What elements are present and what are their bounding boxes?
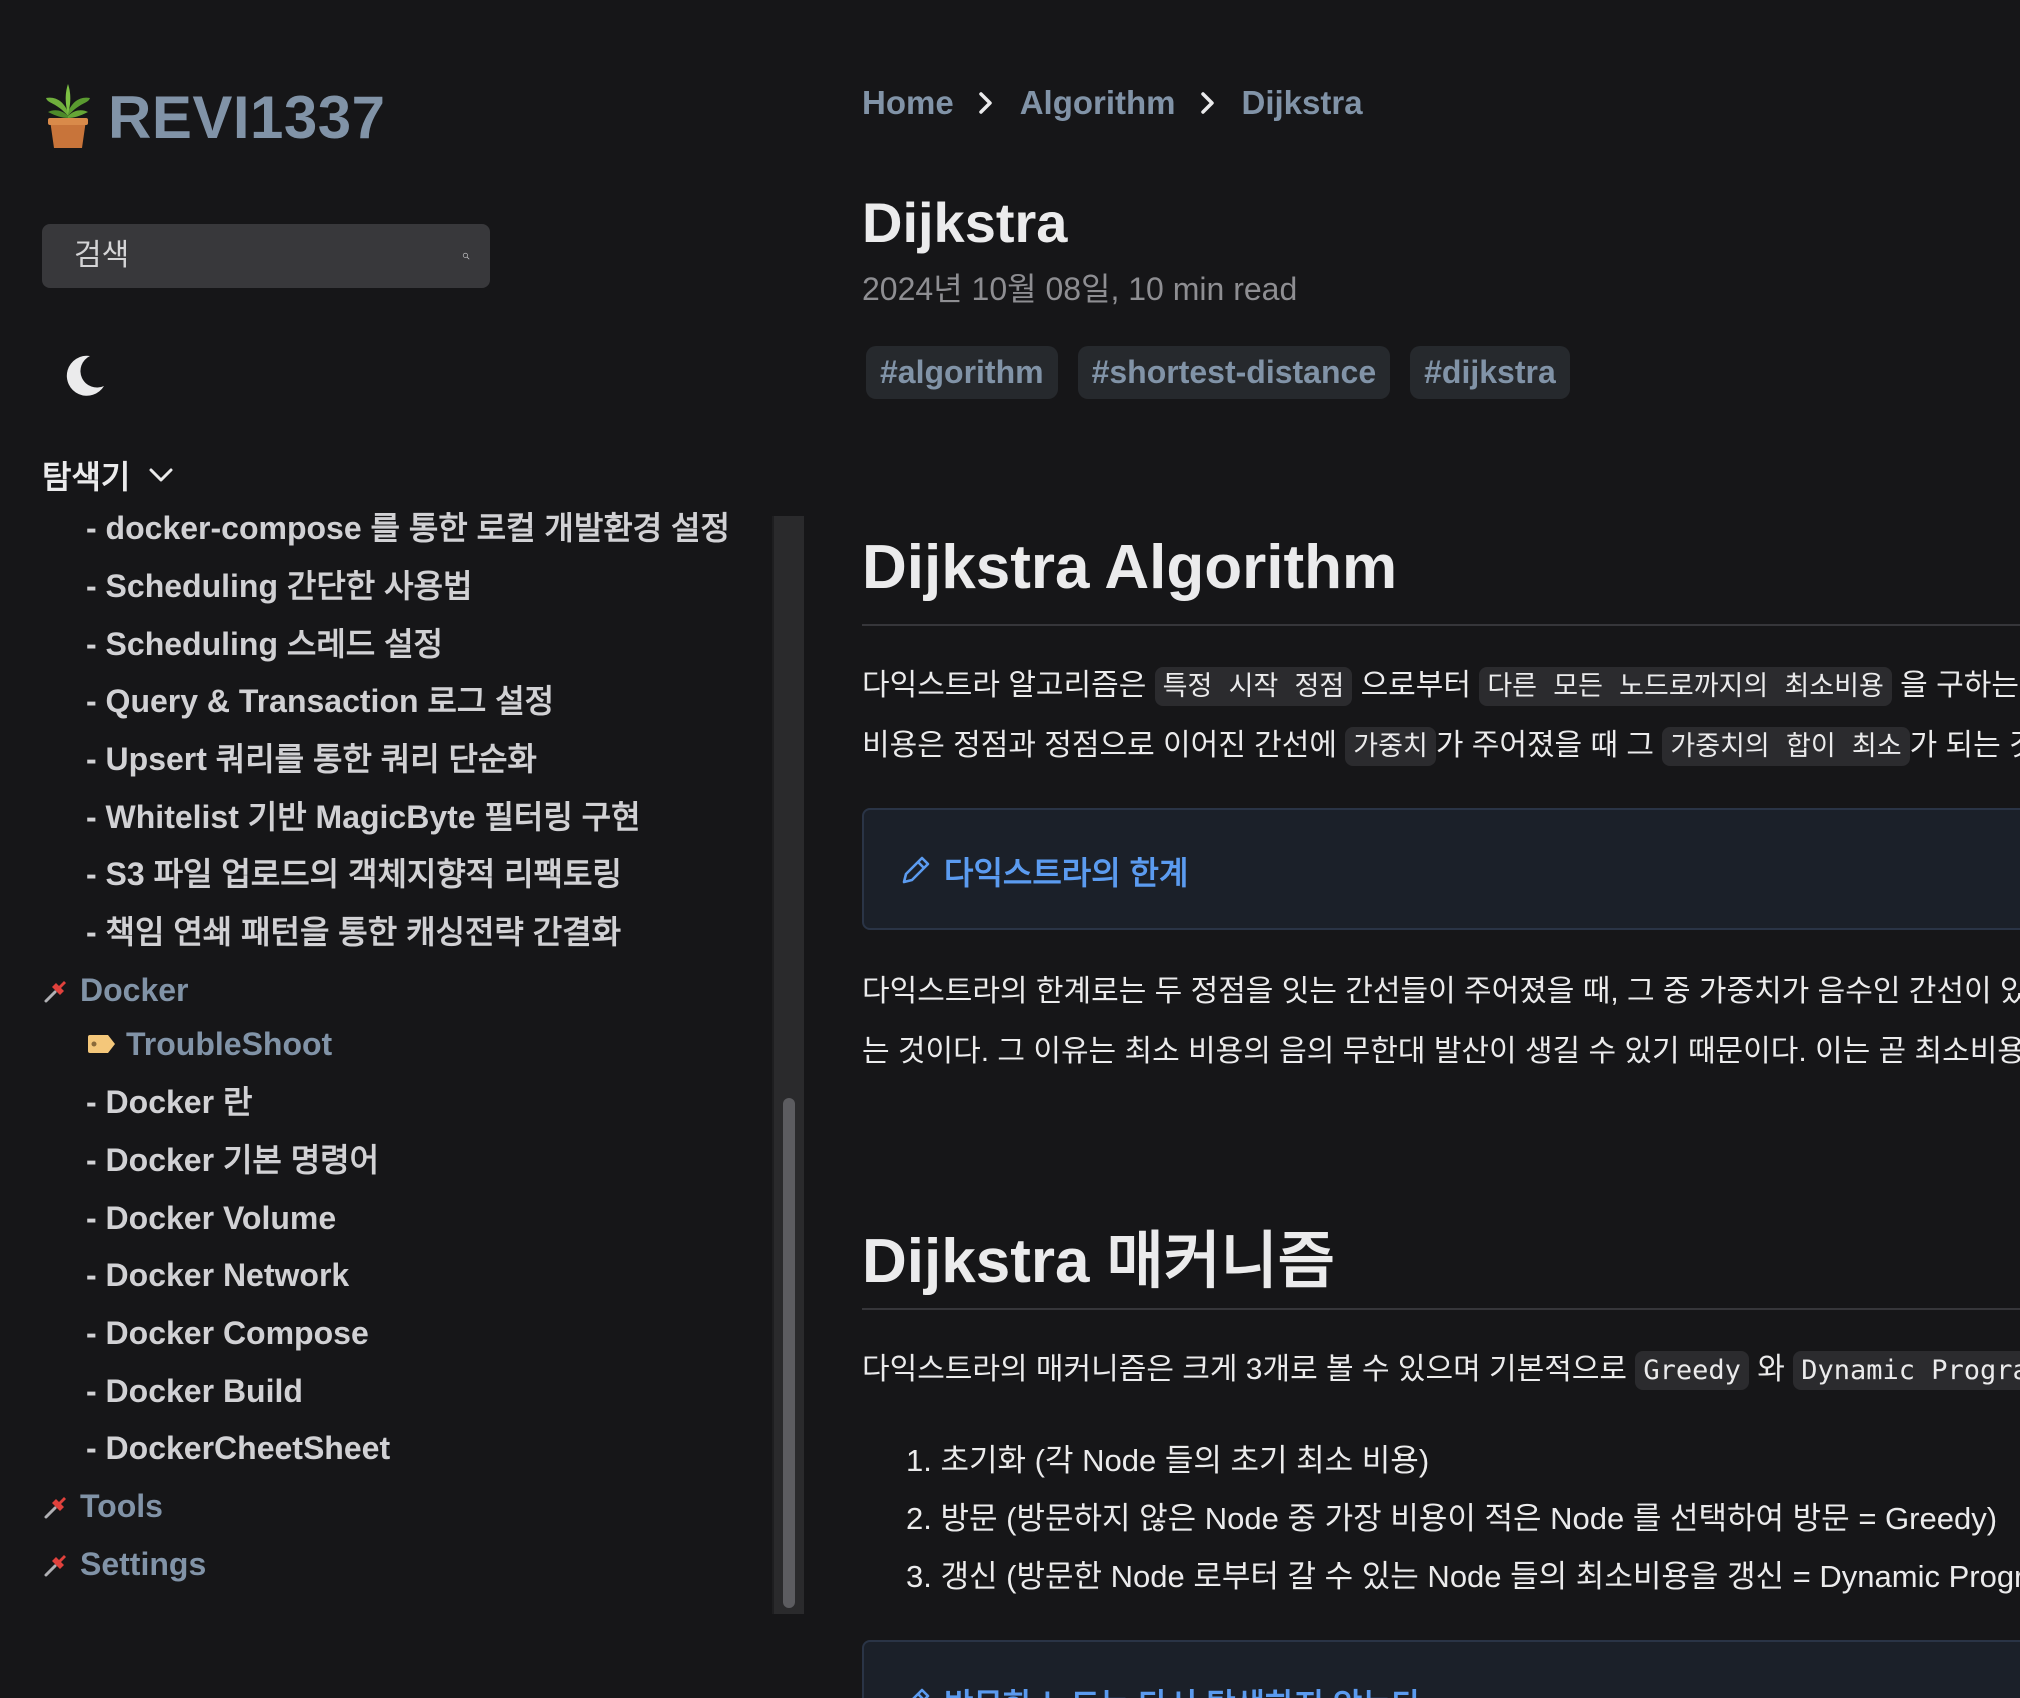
tree-item[interactable]: - Query & Transaction 로그 설정 <box>86 681 554 721</box>
text: 을 구하는 것 <box>1900 669 2020 702</box>
list-item: 3. 갱신 (방문한 Node 로부터 갈 수 있는 Node 들의 최소비용을… <box>906 1559 2020 1594</box>
tree-item[interactable]: - S3 파일 업로드의 객체지향적 리팩토링 <box>86 854 622 894</box>
explorer-label: 탐색기 <box>42 459 131 495</box>
text: 가 되는 것 <box>1909 729 2020 762</box>
callout[interactable]: 다익스트라의 한계 <box>862 808 2020 930</box>
text: 다익스트라의 매커니즘은 크게 3개로 볼 수 있으며 기본적으로 <box>862 1353 1636 1386</box>
list-item: 1. 초기화 (각 Node 들의 초기 최소 비용) <box>906 1443 1430 1478</box>
breadcrumb-dijkstra[interactable]: Dijkstra <box>1242 84 1363 122</box>
sidebar: REVI1337 탐색기 - docker-compose 를 통한 로컬 개발… <box>0 0 810 1698</box>
divider <box>862 624 2020 626</box>
tag-dijkstra[interactable]: #dijkstra <box>1410 346 1570 399</box>
callout-label: 다익스트라의 한계 <box>944 855 1189 891</box>
moon-icon[interactable] <box>56 346 112 402</box>
callout[interactable]: 방문한 노드는 다시 탐색하지 않는다 <box>862 1640 2020 1698</box>
chevron-down-icon <box>149 468 173 482</box>
folder-tools[interactable]: Tools <box>42 1486 163 1526</box>
article-meta: 2024년 10월 08일, 10 min read <box>862 271 1298 307</box>
paragraph: 다익스트라의 매커니즘은 크게 3개로 볼 수 있으며 기본적으로 Greedy… <box>862 1348 2020 1393</box>
inline-code: 다른 모든 노드로까지의 최소비용 <box>1479 667 1892 706</box>
section-heading: Dijkstra 매커니즘 <box>862 1227 1335 1296</box>
breadcrumb: Home Algorithm Dijkstra <box>862 84 1363 122</box>
tree-item[interactable]: - Docker Volume <box>86 1198 336 1238</box>
folder-label: TroubleShoot <box>126 1026 333 1062</box>
tag-algorithm[interactable]: #algorithm <box>866 346 1058 399</box>
text: 비용은 정점과 정점으로 이어진 간선에 <box>862 729 1346 762</box>
tree-item[interactable]: - Upsert 쿼리를 통한 쿼리 단순화 <box>86 739 537 779</box>
pin-icon <box>44 981 66 1003</box>
pencil-icon <box>912 1688 930 1698</box>
breadcrumb-algorithm[interactable]: Algorithm <box>1020 84 1176 122</box>
text: 가 주어졌을 때 그 <box>1435 729 1663 762</box>
plant-icon <box>46 84 90 148</box>
pin-icon <box>44 1555 66 1577</box>
inline-code: 특정 시작 정점 <box>1154 667 1353 706</box>
folder-label: Tools <box>80 1488 163 1524</box>
inline-code: Dynamic Programming <box>1793 1351 2020 1390</box>
paragraph: 다익스트라의 한계로는 두 정점을 잇는 간선들이 주어졌을 때, 그 중 가중… <box>862 975 2020 1008</box>
tree-item[interactable]: - Docker 기본 명령어 <box>86 1140 379 1180</box>
paragraph: 다익스트라 알고리즘은 특정 시작 정점 으로부터 다른 모든 노드로까지의 최… <box>862 664 2020 709</box>
pencil-icon <box>902 856 930 884</box>
ordered-list: 1. 초기화 (각 Node 들의 초기 최소 비용) 2. 방문 (방문하지 … <box>906 1440 2020 1614</box>
tree-item[interactable]: - docker-compose 를 통한 로컬 개발환경 설정 <box>86 508 730 548</box>
brand-name: REVI1337 <box>108 83 386 151</box>
article-main: Home Algorithm Dijkstra Dijkstra 2024년 1… <box>862 0 2020 1698</box>
list-item: 2. 방문 (방문하지 않은 Node 중 가장 비용이 적은 Node 를 선… <box>906 1501 1998 1536</box>
scrollbar-thumb[interactable] <box>783 1098 795 1608</box>
search-icon[interactable] <box>462 236 470 276</box>
text: 다익스트라 알고리즘은 <box>862 669 1155 702</box>
callout-title: 다익스트라의 한계 <box>898 848 1188 894</box>
tag-list: #algorithm #shortest-distance #dijkstra <box>866 346 1590 399</box>
callout-title: 방문한 노드는 다시 탐색하지 않는다 <box>898 1680 1421 1698</box>
tree-item[interactable]: - Whitelist 기반 MagicByte 필터링 구현 <box>86 797 641 837</box>
brand[interactable]: REVI1337 <box>42 82 386 152</box>
explorer-scrollbar[interactable] <box>772 516 804 1614</box>
tree-item[interactable]: - Docker 란 <box>86 1082 252 1122</box>
folder-docker[interactable]: Docker <box>42 970 189 1010</box>
folder-settings[interactable]: Settings <box>42 1544 206 1584</box>
explorer-toggle[interactable]: 탐색기 <box>42 452 178 498</box>
search-bar[interactable] <box>42 224 490 288</box>
tag-icon <box>88 1035 115 1053</box>
chevron-right-icon <box>1200 92 1214 114</box>
tree-item[interactable]: - Docker Build <box>86 1371 303 1411</box>
breadcrumb-home[interactable]: Home <box>862 84 954 122</box>
pin-icon <box>44 1497 66 1519</box>
text: 으로부터 <box>1352 669 1480 702</box>
section-heading: Dijkstra Algorithm <box>862 533 1398 602</box>
folder-troubleshoot[interactable]: TroubleShoot <box>86 1024 332 1064</box>
inline-code: Greedy <box>1635 1351 1749 1390</box>
tree-item[interactable]: - Scheduling 스레드 설정 <box>86 624 443 664</box>
inline-code: 가중치 <box>1345 727 1436 766</box>
paragraph: 비용은 정점과 정점으로 이어진 간선에 가중치 가 주어졌을 때 그 가중치의 … <box>862 724 2020 769</box>
folder-label: Docker <box>80 972 189 1008</box>
tree-item[interactable]: - Docker Compose <box>86 1313 369 1353</box>
tree-item[interactable]: - DockerCheetSheet <box>86 1428 390 1468</box>
divider <box>862 1308 2020 1310</box>
explorer-tree: - docker-compose 를 통한 로컬 개발환경 설정 - Sched… <box>42 508 762 1618</box>
search-input[interactable] <box>72 238 462 274</box>
tree-item[interactable]: - Docker Network <box>86 1255 349 1295</box>
paragraph: 는 것이다. 그 이유는 최소 비용의 음의 무한대 발산이 생길 수 있기 때… <box>862 1035 2020 1068</box>
tag-shortest-distance[interactable]: #shortest-distance <box>1077 346 1391 399</box>
callout-label: 방문한 노드는 다시 탐색하지 않는다 <box>944 1680 1421 1698</box>
page-title: Dijkstra <box>862 191 1068 254</box>
inline-code: 가중치의 합이 최소 <box>1662 727 1910 766</box>
tree-item[interactable]: - Scheduling 간단한 사용법 <box>86 566 472 606</box>
text: 와 <box>1748 1353 1794 1386</box>
chevron-right-icon <box>978 92 992 114</box>
tree-item[interactable]: - 책임 연쇄 패턴을 통한 캐싱전략 간결화 <box>86 912 621 952</box>
folder-label: Settings <box>80 1546 207 1582</box>
